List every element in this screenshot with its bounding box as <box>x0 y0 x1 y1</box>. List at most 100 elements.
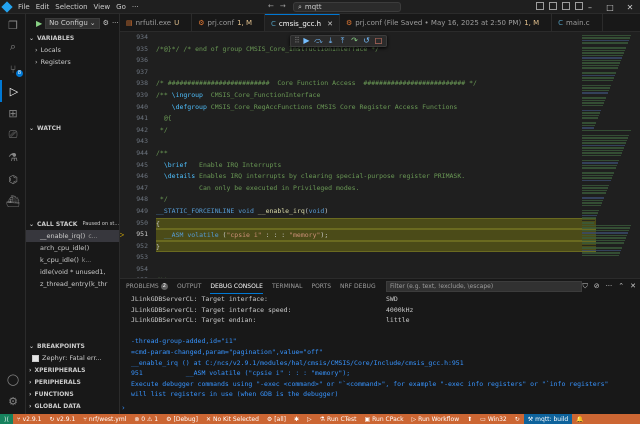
status-sync[interactable]: ↻ <box>511 416 524 423</box>
run-debug-icon[interactable]: ▷ <box>0 80 26 102</box>
global-data-section-header[interactable]: › GLOBAL DATA <box>26 400 119 412</box>
docker-icon[interactable]: ⛴ <box>0 190 26 212</box>
remote-explorer-icon[interactable]: ⎚ <box>0 124 26 146</box>
tab-terminal[interactable]: TERMINAL <box>272 279 303 294</box>
menu-edit[interactable]: Edit <box>36 3 50 11</box>
restart-icon[interactable]: ↷ <box>350 36 359 46</box>
settings-icon[interactable]: ⚙ <box>0 390 26 412</box>
callstack-frame[interactable]: __enable_irq() c... <box>26 230 119 242</box>
editor-tab[interactable]: ⚙ prj.conf (File Saved • May 16, 2025 at … <box>340 14 553 31</box>
step-into-icon[interactable]: ⤓ <box>326 36 335 46</box>
editor-tab[interactable]: ⚙ prj.conf 1, M <box>192 14 266 31</box>
callstack-section-header[interactable]: ⌄ CALL STACK Paused on st... <box>26 218 119 230</box>
code-line[interactable] <box>156 136 596 148</box>
drag-handle-icon[interactable]: ⠿ <box>294 36 300 46</box>
accounts-icon[interactable]: ◯ <box>0 368 26 390</box>
tab-output[interactable]: OUTPUT <box>177 279 201 294</box>
status-kit[interactable]: ✕ No Kit Selected <box>202 416 263 423</box>
source-control-icon[interactable]: ⑂ 8 <box>0 58 26 80</box>
callstack-frame[interactable]: k_cpu_idle() k... <box>26 254 119 266</box>
menu-more[interactable]: ··· <box>132 3 139 11</box>
minimize-icon[interactable]: – <box>580 0 600 14</box>
code-line[interactable] <box>156 252 596 264</box>
functions-section-header[interactable]: › FUNCTIONS <box>26 388 119 400</box>
menu-file[interactable]: File <box>18 3 30 11</box>
debug-console-input[interactable]: › <box>120 402 640 414</box>
remote-indicator-icon[interactable]: ⟩⟨ <box>0 414 13 424</box>
code-line[interactable]: */ <box>156 125 596 137</box>
status-run-ctest[interactable]: ⚗ Run CTest <box>316 416 361 423</box>
xperipherals-section-header[interactable]: › XPERIPHERALS <box>26 364 119 376</box>
stop-icon[interactable]: □ <box>374 36 383 46</box>
code-line[interactable]: \brief Enable IRQ Interrupts <box>156 160 596 172</box>
code-line[interactable]: Can only be executed in Privileged modes… <box>156 183 596 195</box>
toggle-panel-icon[interactable] <box>549 2 557 10</box>
maximize-panel-icon[interactable]: ⌃ <box>618 282 624 291</box>
tab-problems[interactable]: PROBLEMS 2 <box>126 279 168 294</box>
status-debug-icon-item[interactable]: ✱ <box>290 416 303 423</box>
editor-tab[interactable]: Cmain.c <box>552 14 603 31</box>
extensions-icon[interactable]: ⊞ <box>0 102 26 124</box>
code-editor[interactable]: 934 935 936 937 938 939 940 941 942 943 944 945 946 9… <box>120 32 640 278</box>
status-platform[interactable]: ▭ Win32 <box>476 416 511 423</box>
code-line[interactable]: __ASM volatile ("cpsie i" : : : "memory"… <box>156 229 596 241</box>
forward-arrow-icon[interactable]: → <box>280 2 286 10</box>
breakpoints-section-header[interactable]: ⌄ BREAKPOINTS <box>26 340 119 352</box>
status-build-target[interactable]: ⚙ [all] <box>263 416 290 423</box>
code-line[interactable] <box>156 264 596 276</box>
code-lines[interactable]: /*@}*/ /* end of group CMSIS_Core_Instru… <box>156 32 596 278</box>
code-line[interactable]: \details Enables IRQ interrupts by clear… <box>156 171 596 183</box>
status-rocket[interactable]: ⬆ <box>463 416 476 423</box>
status-problems[interactable]: ⊗ 0 ⚠ 1 <box>130 416 162 423</box>
status-bell[interactable]: 🔔 <box>572 416 587 423</box>
menu-selection[interactable]: Selection <box>55 3 87 11</box>
status-build[interactable]: ⚒ mqtt: build <box>523 414 573 424</box>
menu-view[interactable]: View <box>94 3 111 11</box>
more-actions-icon[interactable]: ··· <box>112 19 119 27</box>
callstack-frame[interactable]: arch_cpu_idle() <box>26 242 119 254</box>
tab-debug-console[interactable]: DEBUG CONSOLE <box>210 279 263 294</box>
step-out-icon[interactable]: ⤒ <box>338 36 347 46</box>
tab-ports[interactable]: PORTS <box>311 279 331 294</box>
gear-icon[interactable]: ⚙ <box>103 19 109 27</box>
toggle-secondary-sidebar-icon[interactable] <box>562 2 570 10</box>
tab-nrf-debug[interactable]: NRF DEBUG <box>340 279 376 294</box>
code-line[interactable]: \defgroup CMSIS_Core_RegAccFunctions CMS… <box>156 102 596 114</box>
minimap[interactable] <box>582 32 632 278</box>
locals-scope[interactable]: › Locals <box>26 44 119 56</box>
close-panel-icon[interactable]: ✕ <box>630 282 636 291</box>
code-line[interactable]: @{ <box>156 113 596 125</box>
code-line[interactable]: __STATIC_FORCEINLINE void __enable_irq(v… <box>156 206 596 218</box>
start-debugging-icon[interactable]: ▶ <box>36 19 42 28</box>
breakpoint-item[interactable]: Zephyr: Fatal err... <box>26 352 119 364</box>
variables-section-header[interactable]: ⌄ VARIABLES <box>26 32 119 44</box>
breakpoint-checkbox[interactable] <box>32 354 39 362</box>
close-icon[interactable]: ✕ <box>327 20 333 28</box>
callstack-frame[interactable]: z_thread_entry(k_thr <box>26 278 119 290</box>
code-line[interactable] <box>156 67 596 79</box>
filter-icon[interactable]: ⛉ <box>582 282 587 291</box>
continue-icon[interactable]: ▶ <box>302 36 311 46</box>
callstack-frame[interactable]: idle(void * unused1, <box>26 266 119 278</box>
editor-tab[interactable]: Ccmsis_gcc.h ✕ <box>265 14 340 31</box>
status-run-icon-item[interactable]: ▷ <box>303 416 316 423</box>
explorer-icon[interactable]: ❐ <box>0 14 26 36</box>
back-arrow-icon[interactable]: ← <box>268 2 274 10</box>
status-run-workflow[interactable]: ▷ Run Workflow <box>408 416 464 423</box>
more-actions-icon[interactable]: ··· <box>606 282 613 291</box>
registers-scope[interactable]: › Registers <box>26 56 119 68</box>
code-line[interactable]: { <box>156 217 596 230</box>
status-sdk-version[interactable]: ⑂ v2.9.1 <box>13 416 45 423</box>
peripherals-section-header[interactable]: › PERIPHERALS <box>26 376 119 388</box>
code-line[interactable]: } <box>156 240 596 253</box>
editor-tab[interactable]: ▤ nrfutil.exe U <box>120 14 193 31</box>
status-manifest[interactable]: ⑂ nrf/west.yml <box>79 416 130 423</box>
step-over-icon[interactable]: ⤼ <box>314 36 323 46</box>
nrf-connect-icon[interactable]: ⌬ <box>0 168 26 190</box>
command-center-search[interactable]: ⌕ mqtt <box>293 2 401 12</box>
code-line[interactable]: */ <box>156 194 596 206</box>
clear-console-icon[interactable]: ⊘ <box>594 282 600 291</box>
status-toolchain-version[interactable]: ↻ v2.9.1 <box>45 416 79 423</box>
console-filter-input[interactable]: Filter (e.g. text, !exclude, \escape) <box>386 281 582 292</box>
search-icon[interactable]: ⌕ <box>0 36 26 58</box>
